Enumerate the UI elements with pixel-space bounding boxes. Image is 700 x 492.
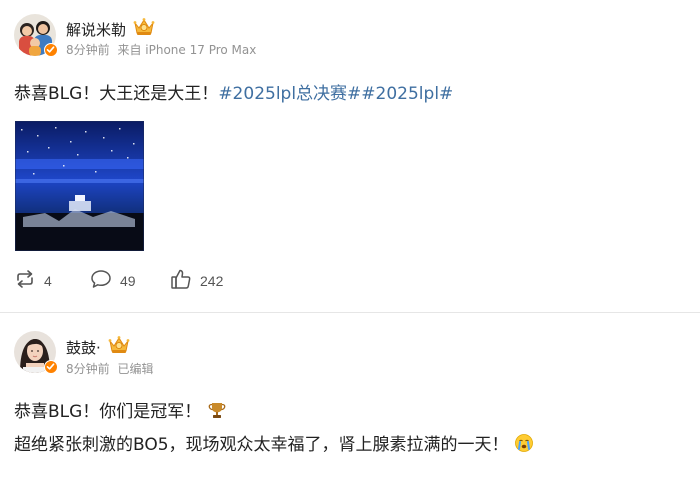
post-meta: 8分钟前 已编辑 (66, 360, 157, 377)
username[interactable]: 鼓鼓· (66, 337, 101, 358)
post-meta: 8分钟前 来自 iPhone 17 Pro Max (66, 41, 260, 58)
comment-count: 49 (120, 272, 136, 289)
crown-badge-icon[interactable] (107, 335, 131, 360)
post-time[interactable]: 8分钟前 (66, 43, 110, 57)
comment-button[interactable]: 49 (90, 269, 170, 292)
trophy-emoji-icon (207, 400, 227, 430)
post-image[interactable] (15, 121, 144, 251)
post-text: 恭喜BLG！大王还是大王！#2025lpl总决赛##2025lpl# (14, 79, 453, 109)
repost-icon (14, 269, 36, 292)
post-card: 鼓鼓· 8分钟前 已编辑 恭喜BLG！你们是冠军！ 超绝紧张刺激的BO5，现场观… (0, 313, 700, 492)
verified-badge-icon (44, 43, 58, 57)
avatar[interactable] (14, 331, 58, 374)
verified-badge-icon (44, 360, 58, 374)
repost-count: 4 (44, 272, 52, 289)
post-text-body: 恭喜BLG！大王还是大王！ (14, 84, 219, 104)
post-source: 来自 iPhone 17 Pro Max (117, 43, 257, 57)
like-button[interactable]: 242 (170, 268, 250, 293)
crown-badge-icon[interactable] (132, 17, 156, 42)
post-text: 恭喜BLG！你们是冠军！ 超绝紧张刺激的BO5，现场观众太幸福了，肾上腺素拉满的… (14, 397, 534, 463)
post-text-line-2: 超绝紧张刺激的BO5，现场观众太幸福了，肾上腺素拉满的一天！ (14, 435, 509, 455)
post-card: 解说米勒 8分钟前 来自 iPhone 17 Pro Max 恭喜BLG！大王还… (0, 0, 700, 312)
crying-emoji-icon (514, 433, 534, 463)
comment-icon (90, 269, 112, 292)
hashtag-link[interactable]: #2025lpl总决赛##2025lpl# (218, 84, 453, 104)
like-icon (170, 268, 192, 293)
post-text-line-1: 恭喜BLG！你们是冠军！ (14, 402, 202, 422)
action-bar: 4 49 242 (14, 268, 250, 293)
username[interactable]: 解说米勒 (66, 19, 126, 40)
avatar[interactable] (14, 14, 58, 57)
edited-label[interactable]: 已编辑 (117, 362, 153, 376)
post-time[interactable]: 8分钟前 (66, 362, 110, 376)
repost-button[interactable]: 4 (14, 269, 90, 292)
like-count: 242 (200, 272, 224, 289)
